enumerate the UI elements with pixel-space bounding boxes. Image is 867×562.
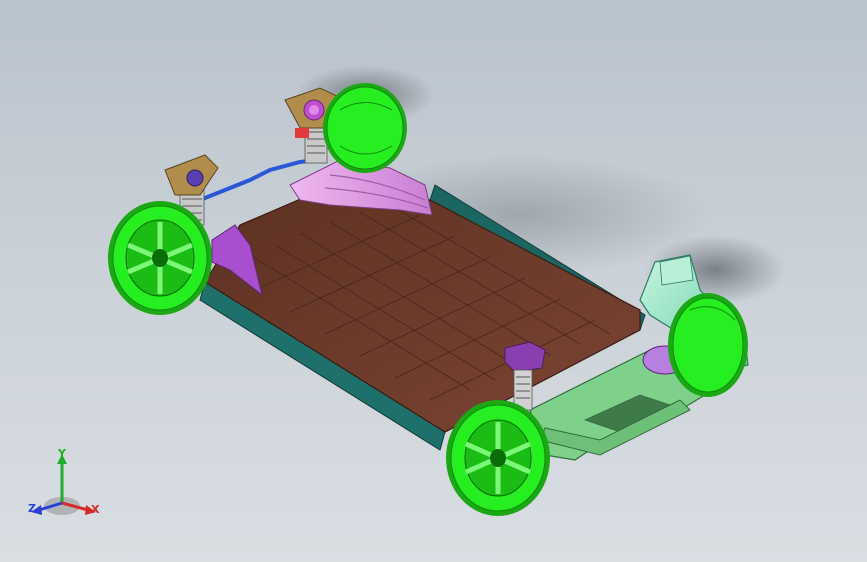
triad-graphic [31,454,96,515]
rear-damper-mount[interactable] [504,341,546,373]
wheel-rear-right[interactable] [668,293,748,397]
wheel-front-left[interactable] [108,201,212,315]
y-axis-label: Y [58,447,66,460]
ev-chassis-model[interactable] [0,0,867,562]
view-orientation-triad[interactable]: Y Z X [24,448,104,528]
z-axis-label: Z [28,502,36,515]
wheel-front-right[interactable] [323,83,407,173]
x-axis-label: X [91,503,100,516]
cad-viewport[interactable]: Y Z X [0,0,867,562]
wheel-rear-left[interactable] [446,400,550,516]
